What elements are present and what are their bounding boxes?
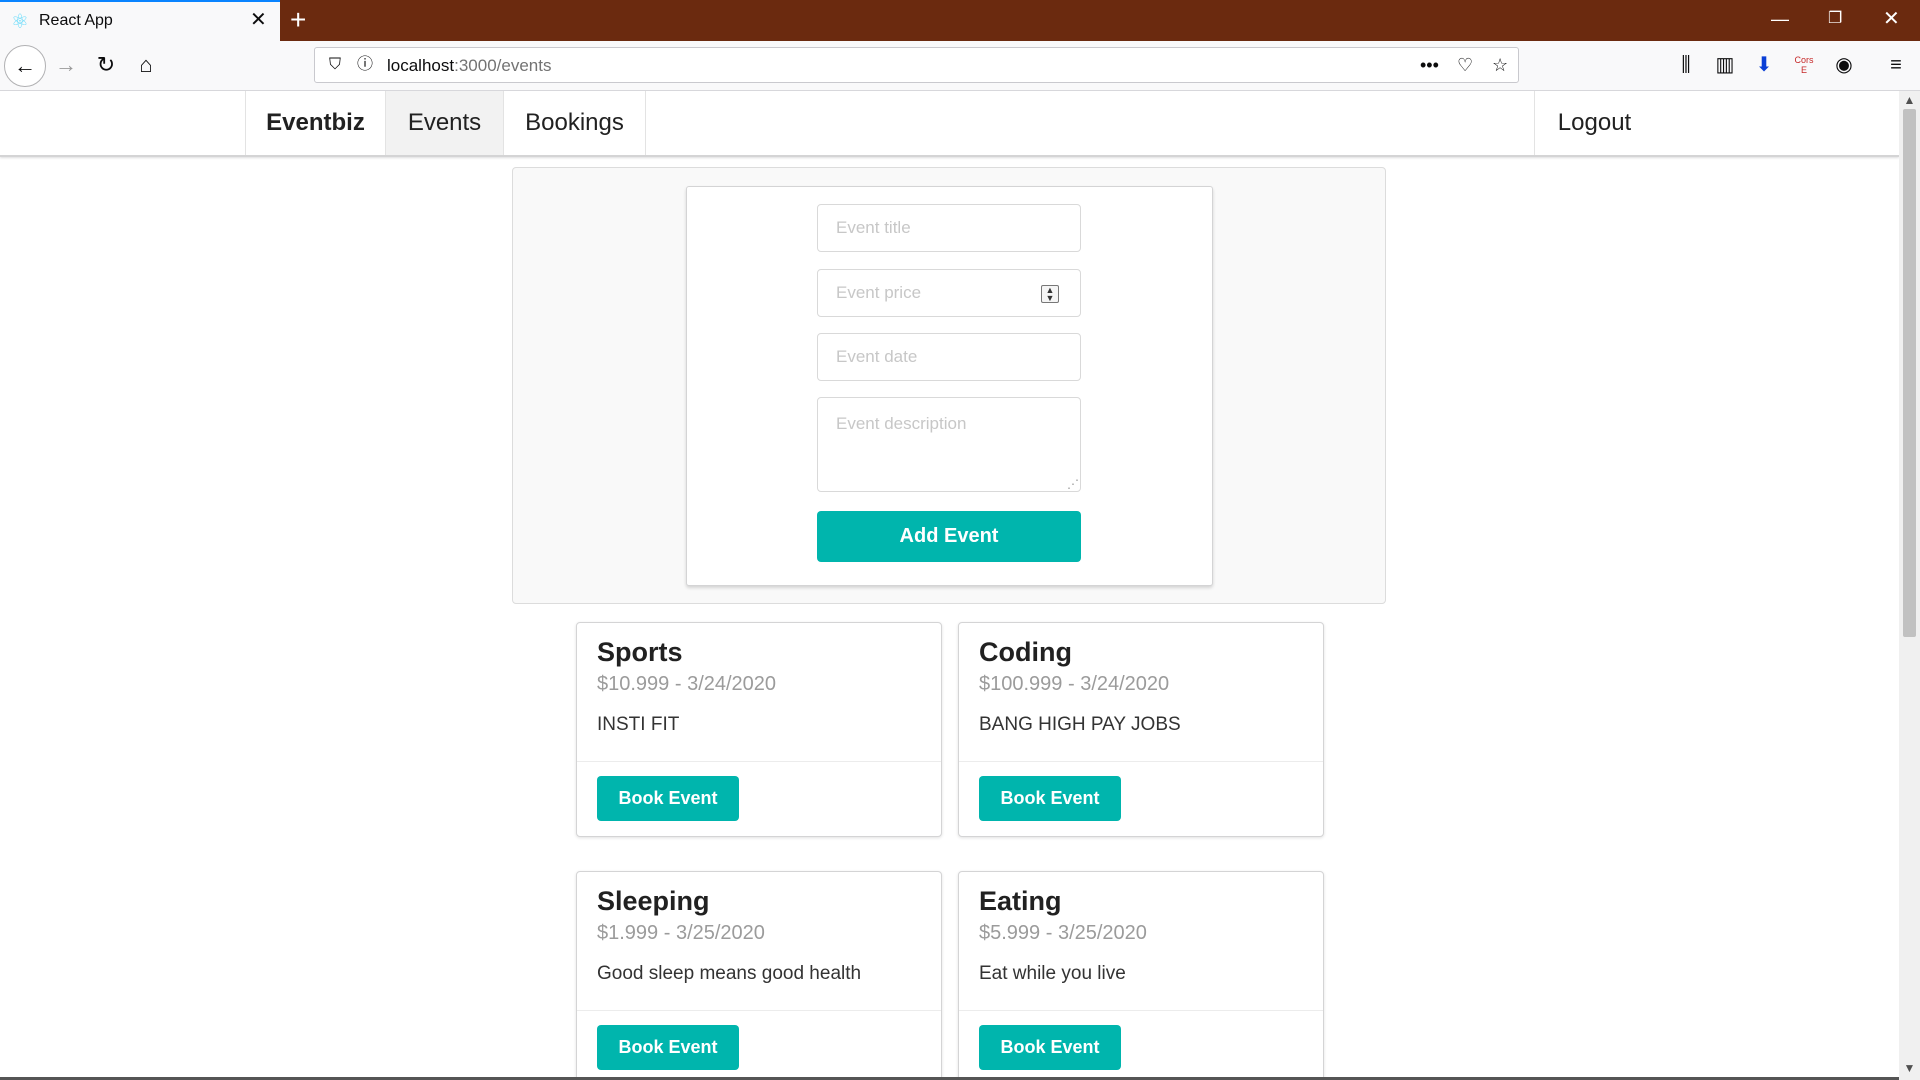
browser-tab[interactable]: ⚛ React App ✕ — [0, 0, 280, 41]
event-description: INSTI FIT — [597, 714, 680, 735]
react-logo-icon: ⚛ — [11, 11, 29, 33]
nav-item-events[interactable]: Events — [385, 91, 503, 155]
card-divider — [577, 761, 941, 762]
menu-icon[interactable]: ≡ — [1883, 53, 1909, 77]
event-card: Sports $10.999 - 3/24/2020 INSTI FIT Boo… — [576, 622, 942, 837]
forward-arrow-icon[interactable]: → — [49, 48, 83, 82]
event-description: BANG HIGH PAY JOBS — [979, 714, 1181, 735]
book-event-button[interactable]: Book Event — [979, 776, 1121, 821]
url-text[interactable]: localhost:3000/events — [387, 56, 551, 76]
download-icon[interactable]: ⬇ — [1751, 53, 1777, 77]
event-title: Coding — [979, 637, 1072, 667]
event-date-input[interactable] — [817, 333, 1081, 381]
book-event-button[interactable]: Book Event — [597, 1025, 739, 1070]
card-divider — [577, 1010, 941, 1011]
price-spinner-icon[interactable]: ▲ ▼ — [1041, 285, 1059, 303]
vertical-scrollbar[interactable]: ▲ ▼ — [1899, 91, 1920, 1080]
browser-tab-strip: ⚛ React App ✕ + — ❐ ✕ — [0, 0, 1920, 41]
event-meta: $100.999 - 3/24/2020 — [979, 673, 1170, 695]
reload-icon[interactable]: ↻ — [89, 48, 123, 82]
bookmark-star-icon[interactable]: ☆ — [1492, 53, 1508, 77]
pocket-icon[interactable]: ♡ — [1457, 53, 1473, 77]
event-meta: $1.999 - 3/25/2020 — [597, 922, 765, 944]
more-actions-icon[interactable]: ••• — [1420, 53, 1439, 77]
home-icon[interactable]: ⌂ — [129, 48, 163, 82]
event-title-input[interactable] — [817, 204, 1081, 252]
brand-link[interactable]: Eventbiz — [245, 91, 385, 155]
tracking-shield-icon[interactable]: ⛉ — [329, 53, 341, 77]
event-description: Eat while you live — [979, 963, 1126, 984]
url-path: :3000/events — [454, 56, 552, 75]
book-event-button[interactable]: Book Event — [979, 1025, 1121, 1070]
event-card: Eating $5.999 - 3/25/2020 Eat while you … — [958, 871, 1324, 1080]
close-window-icon[interactable]: ✕ — [1883, 6, 1900, 32]
account-icon[interactable]: ◉ — [1831, 53, 1857, 77]
tab-title: React App — [39, 12, 113, 29]
event-title: Sports — [597, 637, 683, 667]
close-tab-icon[interactable]: ✕ — [250, 10, 267, 30]
browser-toolbar: ← → ↻ ⌂ ⛉ ⓘ localhost:3000/events ••• ♡ … — [0, 41, 1920, 91]
sidebar-icon[interactable]: ▥ — [1712, 53, 1738, 77]
minimize-icon[interactable]: — — [1771, 6, 1789, 32]
back-arrow-icon[interactable]: ← — [4, 45, 46, 87]
library-icon[interactable]: ⫼ — [1673, 53, 1699, 77]
event-card: Coding $100.999 - 3/24/2020 BANG HIGH PA… — [958, 622, 1324, 837]
scroll-up-arrow-icon[interactable]: ▲ — [1899, 93, 1920, 107]
event-meta: $10.999 - 3/24/2020 — [597, 673, 777, 695]
logout-link[interactable]: Logout — [1534, 91, 1654, 155]
resize-handle-icon[interactable]: ⋰ — [1067, 478, 1079, 490]
card-divider — [959, 1010, 1323, 1011]
event-meta: $5.999 - 3/25/2020 — [979, 922, 1147, 944]
main-navigation: Eventbiz Events Bookings Logout — [0, 91, 1899, 157]
event-title: Eating — [979, 886, 1062, 916]
url-bar[interactable]: ⛉ ⓘ localhost:3000/events ••• ♡ ☆ — [314, 47, 1519, 83]
site-info-icon[interactable]: ⓘ — [357, 53, 373, 77]
new-tab-icon[interactable]: + — [290, 4, 306, 36]
event-description: Good sleep means good health — [597, 963, 862, 984]
nav-item-bookings[interactable]: Bookings — [503, 91, 646, 155]
scrollbar-thumb[interactable] — [1903, 109, 1916, 637]
url-host: localhost — [387, 56, 455, 75]
card-divider — [959, 761, 1323, 762]
event-title: Sleeping — [597, 886, 710, 916]
add-event-button[interactable]: Add Event — [817, 511, 1081, 562]
book-event-button[interactable]: Book Event — [597, 776, 739, 821]
page-viewport: Eventbiz Events Bookings Logout ▲▼ ⋰ Add… — [0, 91, 1899, 1080]
event-card: Sleeping $1.999 - 3/25/2020 Good sleep m… — [576, 871, 942, 1080]
restore-icon[interactable]: ❐ — [1828, 6, 1842, 32]
scroll-down-arrow-icon[interactable]: ▼ — [1899, 1061, 1920, 1075]
cors-extension-icon[interactable]: Cors E — [1791, 55, 1817, 75]
event-description-textarea[interactable] — [817, 397, 1081, 492]
